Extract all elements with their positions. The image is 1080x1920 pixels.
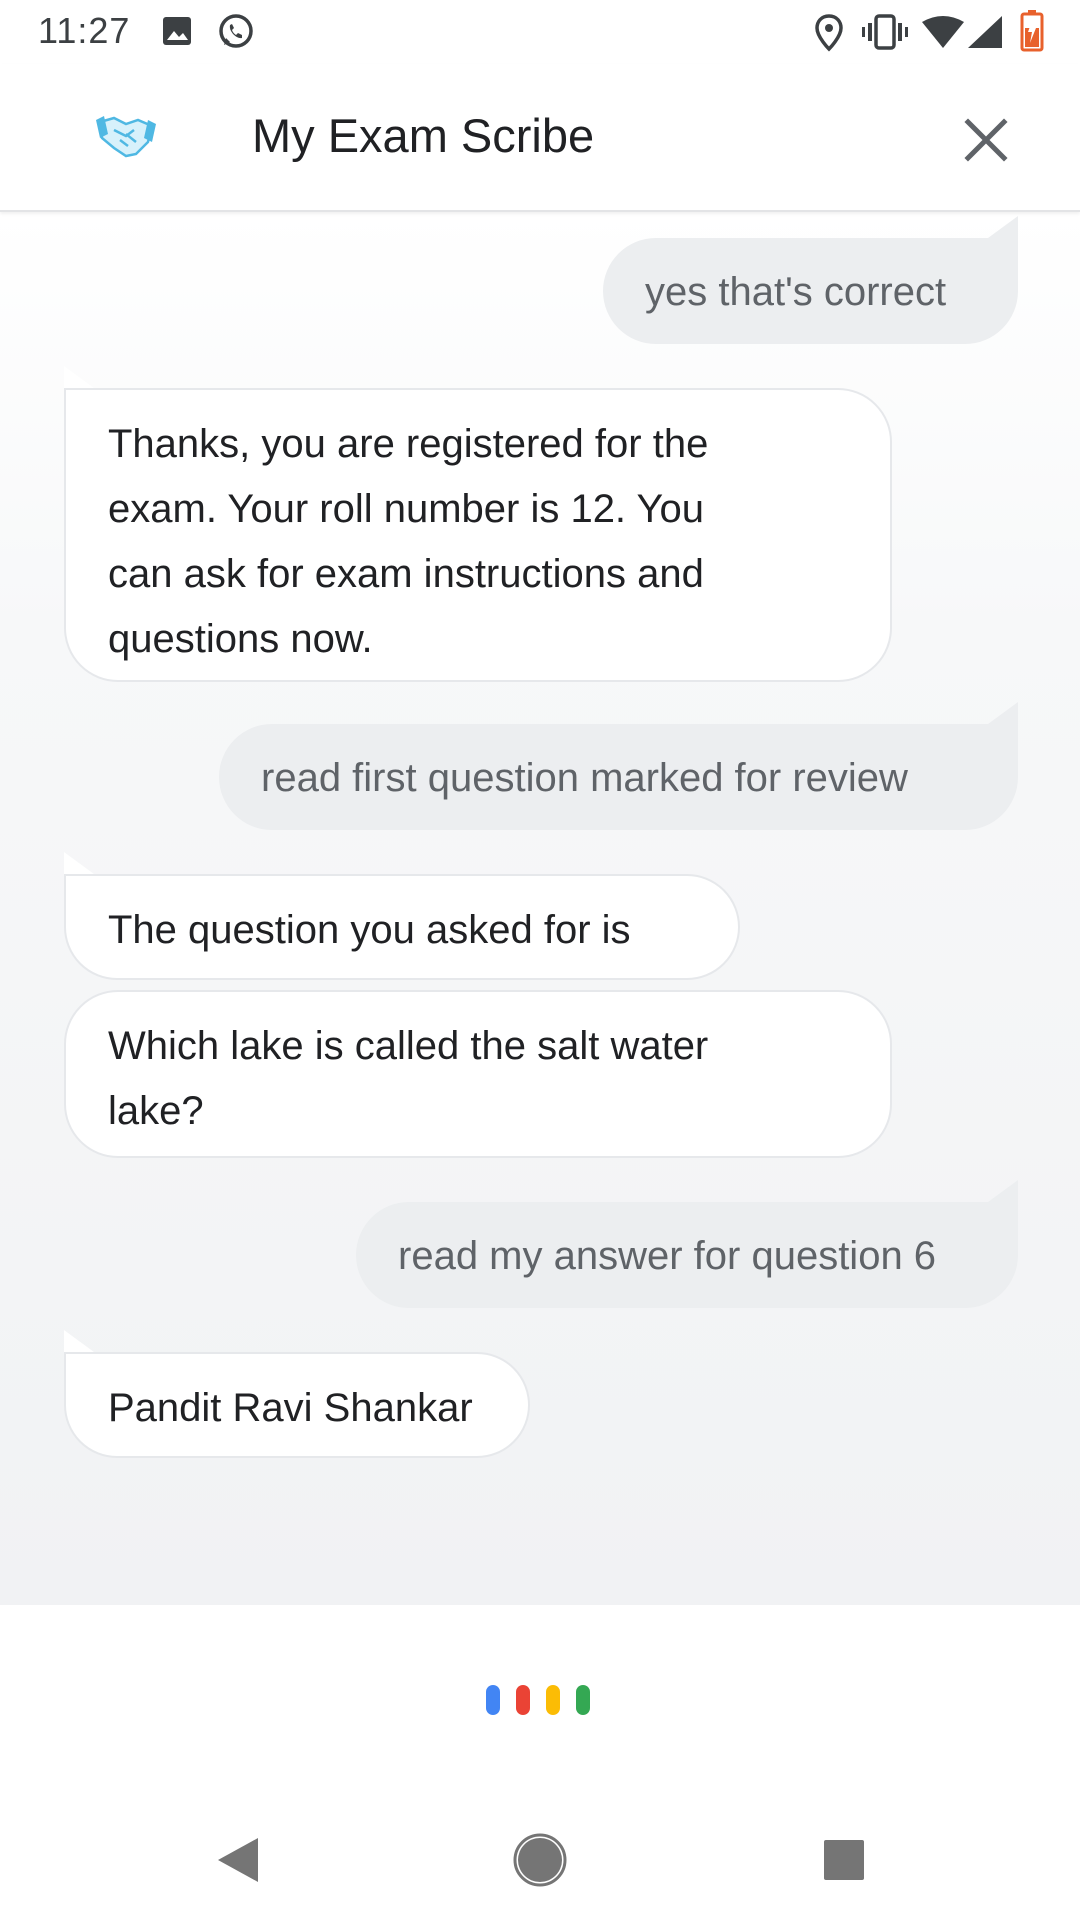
assistant-message: Which lake is called the salt water lake… (64, 990, 892, 1158)
back-icon[interactable] (206, 1830, 266, 1890)
user-message: read first question marked for review (219, 702, 1018, 830)
app-title: My Exam Scribe (252, 109, 595, 162)
system-navigation-bar (0, 1800, 1080, 1920)
user-message-text: read first question marked for review (261, 756, 908, 800)
indicator-dot-yellow (546, 1685, 560, 1715)
recents-icon[interactable] (814, 1830, 874, 1890)
assistant-message: Thanks, you are registered for the exam.… (64, 366, 892, 682)
close-icon[interactable] (958, 112, 1014, 168)
indicator-dot-red (516, 1685, 530, 1715)
user-message: yes that's correct (603, 216, 1018, 344)
conversation-area[interactable]: yes that's correct Thanks, you are regis… (0, 210, 1080, 1605)
status-time: 11:27 (38, 10, 131, 51)
wifi-icon (922, 16, 964, 48)
image-icon (163, 17, 191, 45)
signal-icon (968, 16, 1002, 48)
assistant-message-line: Which lake is called the salt water (108, 1024, 709, 1068)
assistant-message-line: Thanks, you are registered for the (108, 422, 709, 466)
assistant-message-line: The question you asked for is (108, 908, 631, 952)
assistant-listening-dots[interactable] (486, 1685, 596, 1719)
user-message-text: yes that's correct (645, 270, 947, 314)
home-icon[interactable] (510, 1830, 570, 1890)
assistant-message-line: exam. Your roll number is 12. You (108, 487, 704, 531)
assistant-message-line: questions now. (108, 617, 373, 661)
assistant-message: The question you asked for is (64, 852, 740, 980)
assistant-message-line: can ask for exam instructions and (108, 552, 704, 596)
user-message: read my answer for question 6 (356, 1180, 1018, 1308)
assistant-message-line: lake? (108, 1089, 204, 1133)
user-message-text: read my answer for question 6 (398, 1234, 937, 1278)
battery-icon (1020, 10, 1044, 52)
status-bar: 11:27 (0, 0, 1080, 64)
assistant-message: Pandit Ravi Shankar (64, 1330, 530, 1458)
indicator-dot-blue (486, 1685, 500, 1715)
vibrate-icon (862, 14, 908, 50)
location-icon (815, 14, 843, 52)
whatsapp-icon (219, 14, 253, 48)
indicator-dot-green (576, 1685, 590, 1715)
app-header: My Exam Scribe (0, 64, 1080, 212)
handshake-icon (96, 116, 156, 158)
assistant-input-bar (0, 1605, 1080, 1800)
assistant-message-line: Pandit Ravi Shankar (108, 1386, 473, 1430)
